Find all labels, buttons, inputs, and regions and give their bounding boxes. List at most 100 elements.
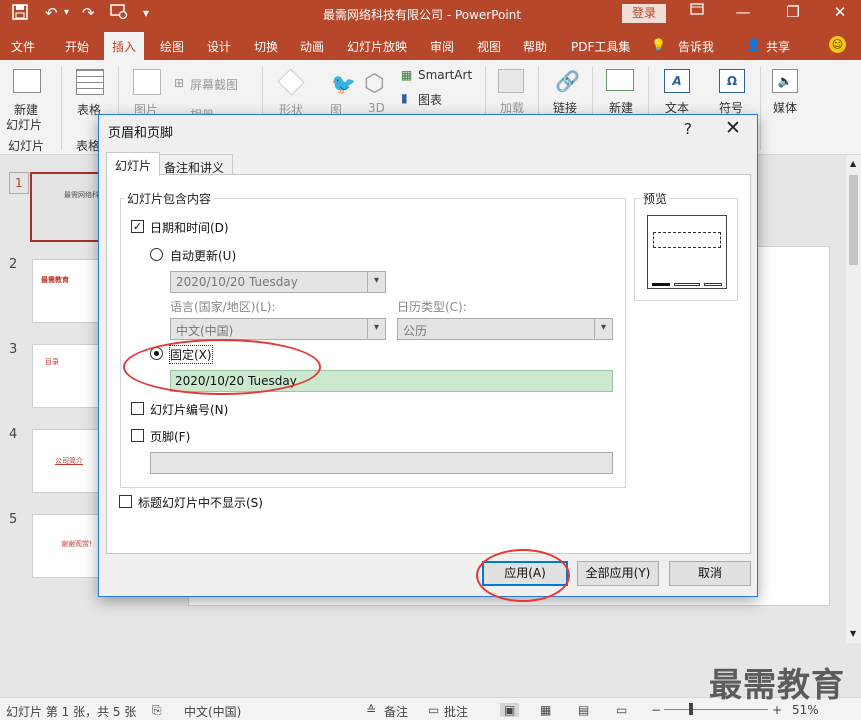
slide-number-label[interactable]: 幻灯片编号(N) — [150, 401, 228, 418]
icons-icon[interactable]: 🐦 — [331, 72, 356, 96]
undo-dropdown-icon[interactable]: ▾ — [64, 4, 69, 22]
share-button[interactable]: 共享 — [766, 38, 790, 55]
scroll-up-icon[interactable]: ▲ — [850, 159, 856, 168]
datetime-label[interactable]: 日期和时间(D) — [150, 219, 229, 236]
tab-file[interactable]: 文件 — [11, 38, 35, 55]
chart-button[interactable]: 图表 — [418, 91, 442, 108]
zoom-slider-thumb[interactable] — [689, 703, 693, 715]
media-button[interactable]: 媒体 — [773, 99, 797, 116]
close-window-icon[interactable]: ✕ — [830, 3, 850, 21]
chevron-down-icon: ▾ — [367, 319, 385, 339]
language-status[interactable]: 中文(中国) — [184, 703, 241, 720]
slideshow-view-icon[interactable]: ▭ — [616, 703, 627, 717]
cancel-button[interactable]: 取消 — [669, 561, 751, 586]
dialog-close-button[interactable]: ✕ — [725, 117, 741, 139]
zoom-slider[interactable] — [664, 709, 768, 710]
footer-label[interactable]: 页脚(F) — [150, 428, 190, 445]
text-icon[interactable]: A — [664, 69, 690, 93]
chart-icon: ▮ — [401, 91, 408, 105]
shapes-icon[interactable] — [277, 68, 305, 96]
tab-animations[interactable]: 动画 — [300, 38, 324, 55]
symbol-icon[interactable]: Ω — [719, 69, 745, 93]
thumbnail-text: 最需教育 — [41, 276, 69, 284]
smartart-button[interactable]: SmartArt — [418, 68, 472, 82]
normal-view-icon[interactable]: ▣ — [500, 703, 520, 717]
auto-update-date-value: 2020/10/20 Tuesday — [176, 275, 298, 289]
reading-view-icon[interactable]: ▤ — [578, 703, 589, 717]
tab-slideshow[interactable]: 幻灯片放映 — [347, 38, 407, 55]
slide-number: 3 — [9, 342, 18, 357]
auto-update-date-select[interactable]: 2020/10/20 Tuesday ▾ — [170, 271, 386, 293]
save-icon[interactable] — [12, 4, 28, 24]
hide-on-title-slide-checkbox[interactable] — [119, 495, 132, 508]
smartart-icon: ▦ — [401, 68, 413, 82]
help-button[interactable]: ? — [684, 120, 692, 138]
lightbulb-icon: 💡 — [651, 38, 666, 52]
language-select[interactable]: 中文(中国) ▾ — [170, 318, 386, 340]
scroll-thumb[interactable] — [849, 175, 858, 265]
3d-models-icon[interactable]: ⬡ — [364, 69, 385, 97]
footer-text-input[interactable] — [150, 452, 613, 474]
addins-icon[interactable] — [498, 69, 524, 93]
auto-update-label[interactable]: 自动更新(U) — [170, 247, 236, 264]
tab-review[interactable]: 审阅 — [430, 38, 454, 55]
footer-checkbox[interactable] — [131, 429, 144, 442]
comments-icon[interactable]: ▭ — [428, 703, 439, 717]
apply-all-button[interactable]: 全部应用(Y) — [577, 561, 659, 586]
vertical-scrollbar[interactable]: ▲ ▼ — [846, 155, 861, 643]
screenshot-icon: ⊞ — [174, 76, 185, 90]
group-label: 幻灯片包含内容 — [124, 190, 215, 207]
window-title: 最需网络科技有限公司 - PowerPoint — [323, 8, 522, 22]
tab-draw[interactable]: 绘图 — [160, 38, 184, 55]
minimize-icon[interactable]: — — [733, 3, 753, 21]
hide-on-title-slide-label[interactable]: 标题幻灯片中不显示(S) — [138, 494, 263, 511]
tab-insert[interactable]: 插入 — [104, 32, 145, 60]
preview-label: 预览 — [640, 190, 671, 207]
login-button[interactable]: 登录 — [622, 4, 666, 23]
calendar-type-select[interactable]: 公历 ▾ — [397, 318, 613, 340]
picture-icon[interactable] — [133, 69, 161, 95]
ribbon-tabs: 文件 开始 插入 绘图 设计 切换 动画 幻灯片放映 审阅 视图 帮助 PDF工… — [0, 27, 861, 60]
calendar-type-value: 公历 — [403, 324, 428, 338]
customize-quick-access-icon[interactable]: ▾ — [143, 4, 149, 22]
undo-icon[interactable]: ↶ — [45, 4, 58, 22]
slide-number: 2 — [9, 257, 18, 272]
chevron-down-icon: ▾ — [367, 272, 385, 292]
table-icon[interactable] — [76, 69, 104, 95]
tell-me-search[interactable]: 告诉我 — [678, 38, 714, 55]
tab-transitions[interactable]: 切换 — [254, 38, 278, 55]
tab-home[interactable]: 开始 — [65, 38, 89, 55]
tab-view[interactable]: 视图 — [477, 38, 501, 55]
datetime-checkbox[interactable]: ✓ — [131, 220, 144, 233]
slide-number-checkbox[interactable] — [131, 402, 144, 415]
tab-notes-handouts[interactable]: 备注和讲义 — [155, 154, 234, 176]
new-slide-icon[interactable] — [13, 69, 41, 93]
zoom-out-icon[interactable]: − — [651, 703, 661, 717]
comments-button[interactable]: 批注 — [444, 703, 468, 720]
tab-help[interactable]: 帮助 — [523, 38, 547, 55]
restore-icon[interactable]: ❐ — [783, 3, 803, 21]
share-icon: 👤 — [746, 38, 761, 52]
3d-models-button[interactable]: 3D — [368, 101, 385, 115]
link-icon[interactable]: 🔗 — [555, 69, 580, 93]
slide-sorter-icon[interactable]: ▦ — [540, 703, 551, 717]
tab-pdf-tools[interactable]: PDF工具集 — [571, 38, 630, 55]
preview-number-placeholder — [704, 283, 722, 286]
tab-design[interactable]: 设计 — [207, 38, 231, 55]
redo-icon[interactable]: ↷ — [82, 4, 95, 22]
notes-icon[interactable]: ≙ — [366, 703, 376, 717]
scroll-down-icon[interactable]: ▼ — [850, 629, 856, 638]
preview-footer-placeholder — [674, 283, 700, 286]
new-slide-label-2[interactable]: 幻灯片 — [6, 116, 42, 133]
tab-slide[interactable]: 幻灯片 — [106, 152, 161, 176]
auto-update-radio[interactable] — [150, 248, 163, 261]
preview-title-placeholder — [653, 232, 721, 248]
notes-button[interactable]: 备注 — [384, 703, 408, 720]
spellcheck-icon[interactable]: ⎘ — [152, 703, 162, 718]
media-icon[interactable]: 🔈 — [772, 69, 798, 93]
present-from-start-icon[interactable] — [110, 4, 128, 24]
screenshot-button[interactable]: 屏幕截图 — [190, 76, 238, 93]
feedback-smiley-icon[interactable]: ☺ — [829, 36, 846, 53]
ribbon-display-icon[interactable] — [687, 3, 707, 19]
comment-icon[interactable] — [606, 69, 634, 91]
